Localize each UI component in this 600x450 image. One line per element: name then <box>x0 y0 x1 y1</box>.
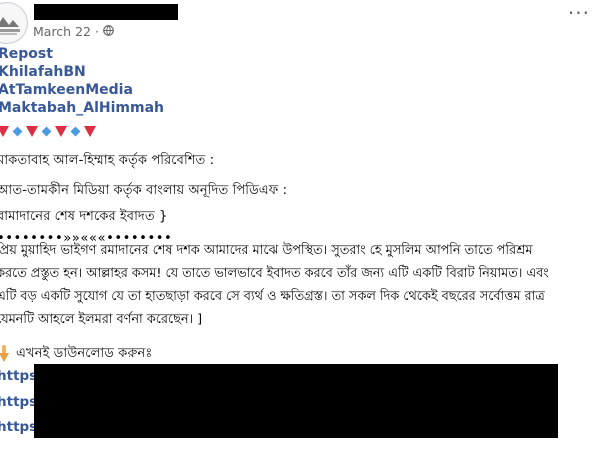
download-label: এখনই ডাউনলোড করুনঃ <box>16 346 153 361</box>
red-triangle-down-icon <box>84 125 96 137</box>
hashtag-repost[interactable]: Repost <box>0 46 164 64</box>
red-triangle-down-icon <box>0 125 9 137</box>
pointing-down-icon <box>0 345 10 363</box>
globe-icon[interactable] <box>103 24 114 39</box>
hashtag-maktabah-alhimmah[interactable]: Maktabah_AlHimmah <box>0 100 164 118</box>
post-paragraph: প্রিয় মুয়াহিদ ভাইগণ রমাদানের শেষ দশক আ… <box>0 241 600 333</box>
paragraph-line: যেমনটি আহলে ইলমরা বর্ণনা করেছেন। ] <box>0 312 203 327</box>
paragraph-line: প্রিয় মুয়াহিদ ভাইগণ রমাদানের শেষ দশক আ… <box>0 243 533 258</box>
hashtag-khilafahbn[interactable]: KhilafahBN <box>0 64 164 82</box>
paragraph-line: এটি বড় একটি সুযোগ যে তা হাতছাড়া করবে স… <box>0 289 545 304</box>
red-triangle-down-icon <box>26 125 38 137</box>
hashtag-attamkeenmedia[interactable]: AtTamkeenMedia <box>0 82 164 100</box>
hashtag-list: Repost KhilafahBN AtTamkeenMedia Maktaba… <box>0 46 164 118</box>
author-name-redacted[interactable] <box>34 4 178 20</box>
post-line-presented-by: মাকতাবাহ আল-হিম্মাহ কর্তৃক পরিবেশিত : <box>0 153 215 168</box>
red-triangle-down-icon <box>55 125 67 137</box>
more-options-icon[interactable]: ··· <box>568 3 590 23</box>
post-line-translated-pdf: আত-তামকীন মিডিয়া কর্তৃক বাংলায় অনূদিত … <box>0 183 288 198</box>
meta-separator: · <box>94 23 99 39</box>
blue-diamond-icon <box>12 126 23 136</box>
post-line-title: রামাদানের শেষ দশকের ইবাদত } <box>0 209 168 224</box>
paragraph-line: করতে প্রস্তুত হন। আল্লাহর কসম! যে তাতে ভ… <box>0 266 549 281</box>
post-meta: March 22 · <box>33 23 114 39</box>
blue-diamond-icon <box>41 126 52 136</box>
emoji-row <box>0 123 99 139</box>
post-avatar[interactable] <box>0 2 28 44</box>
blue-diamond-icon <box>70 126 81 136</box>
post-date[interactable]: March 22 <box>33 24 91 39</box>
links-redacted-block <box>34 364 558 438</box>
download-line: এখনই ডাউনলোড করুনঃ <box>0 343 152 365</box>
avatar-logo-icon <box>0 4 26 42</box>
